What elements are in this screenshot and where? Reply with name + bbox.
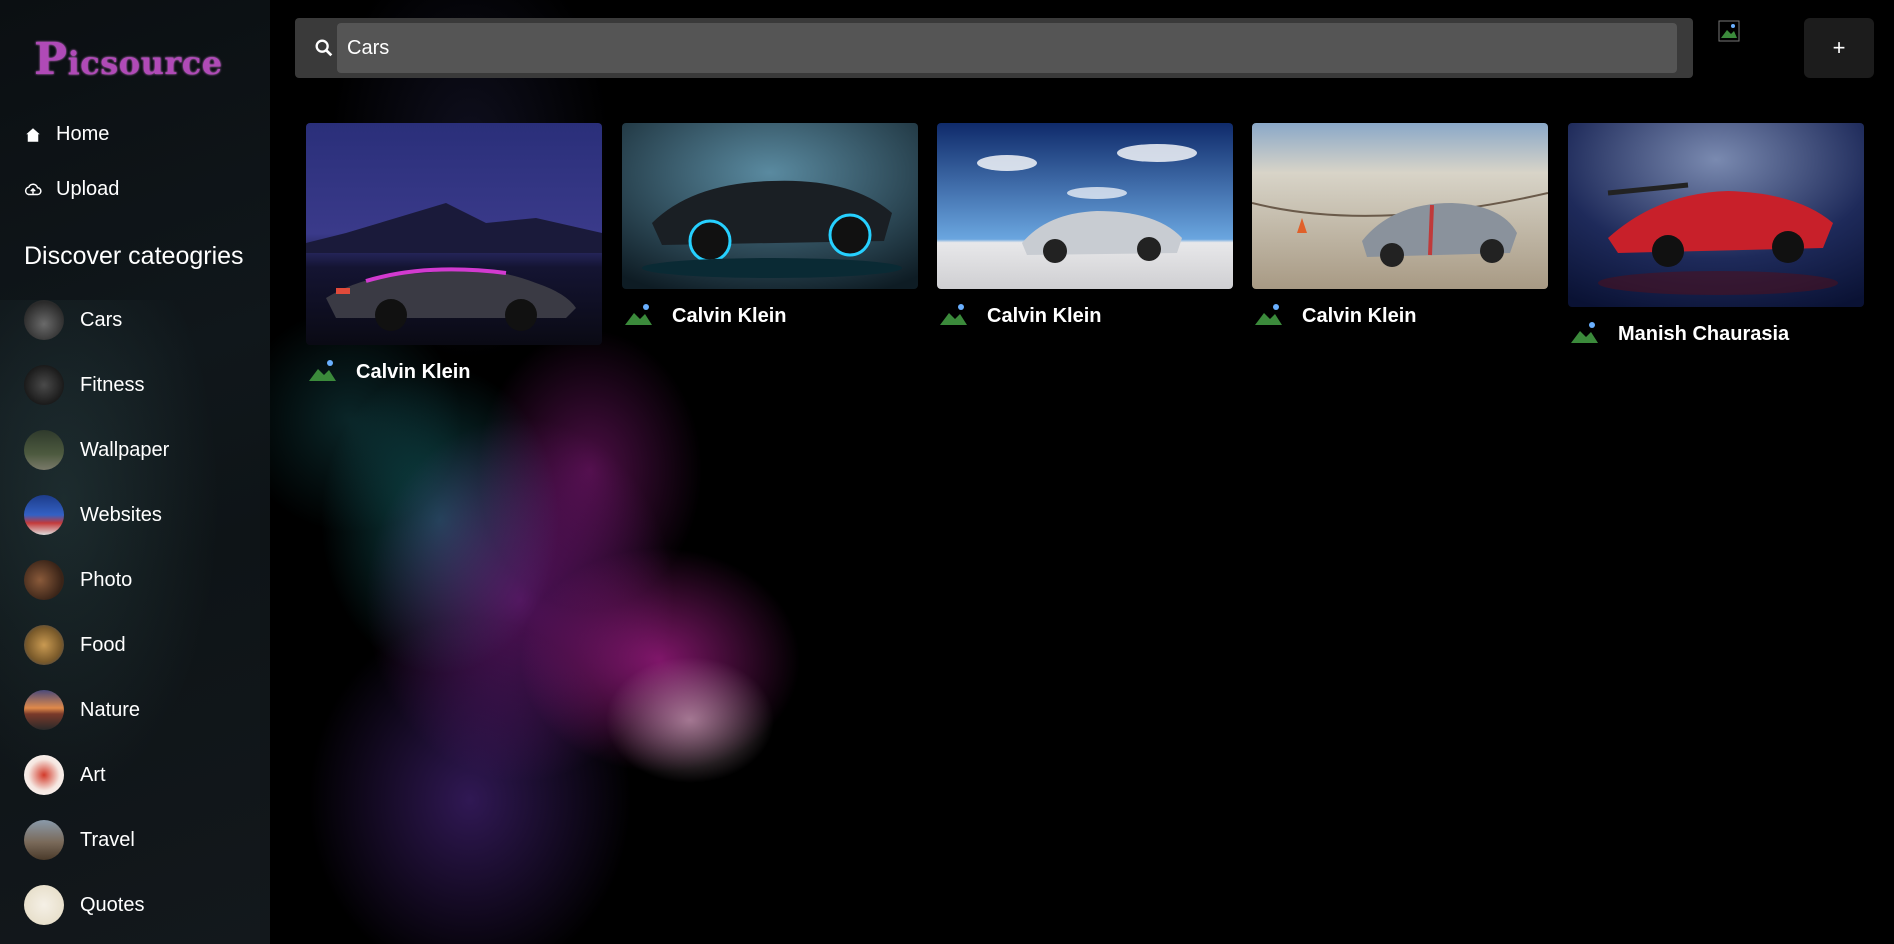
categories-title: Discover cateogries — [24, 242, 244, 270]
author-avatar-broken-image-icon — [1255, 304, 1282, 325]
category-wallpaper[interactable]: Wallpaper — [24, 430, 169, 470]
nav-home-label: Home — [56, 123, 110, 145]
category-label: Photo — [80, 568, 133, 591]
category-label: Fitness — [80, 373, 145, 396]
pin-author-name: Calvin Klein — [672, 304, 787, 327]
category-thumb — [24, 820, 64, 860]
category-thumb — [24, 755, 64, 795]
pin-image[interactable] — [622, 123, 918, 289]
category-label: Websites — [80, 503, 162, 526]
category-thumb — [24, 365, 64, 405]
category-label: Quotes — [80, 893, 145, 916]
logo[interactable]: Picsource — [34, 34, 223, 85]
author-avatar-broken-image-icon — [309, 360, 336, 381]
category-fitness[interactable]: Fitness — [24, 365, 144, 405]
category-food[interactable]: Food — [24, 625, 126, 665]
logo-text: Picsource — [34, 34, 223, 85]
pin-author[interactable]: Calvin Klein — [1252, 301, 1548, 331]
main-content: + Calvin Klein Calvin Klein — [270, 0, 1894, 944]
pin-image[interactable] — [937, 123, 1233, 289]
pin-author-name: Calvin Klein — [987, 304, 1102, 327]
category-thumb — [24, 885, 64, 925]
category-label: Wallpaper — [80, 438, 170, 461]
category-label: Nature — [80, 698, 141, 721]
user-avatar-broken-image-icon[interactable] — [1718, 20, 1740, 42]
category-photo[interactable]: Photo — [24, 560, 132, 600]
category-quotes[interactable]: Quotes — [24, 885, 144, 925]
pin-author[interactable]: Calvin Klein — [937, 301, 1233, 331]
pin-author-name: Calvin Klein — [1302, 304, 1417, 327]
category-label: Cars — [80, 308, 123, 331]
pin-card[interactable]: Calvin Klein — [622, 123, 918, 331]
search-input[interactable] — [337, 23, 1677, 73]
search-bar — [295, 18, 1693, 78]
pin-author-name: Manish Chaurasia — [1618, 322, 1790, 345]
pin-author-name: Calvin Klein — [356, 360, 471, 383]
pin-image[interactable] — [1568, 123, 1864, 307]
nav-home[interactable]: Home — [24, 123, 109, 146]
category-thumb — [24, 495, 64, 535]
pin-image[interactable] — [306, 123, 602, 345]
category-label: Travel — [80, 828, 135, 851]
logo-rest: icsource — [67, 43, 223, 82]
category-art[interactable]: Art — [24, 755, 106, 795]
category-label: Food — [80, 633, 126, 656]
category-thumb — [24, 560, 64, 600]
add-pin-button[interactable]: + — [1804, 18, 1874, 78]
category-thumb — [24, 300, 64, 340]
pin-author[interactable]: Manish Chaurasia — [1568, 319, 1864, 349]
author-avatar-broken-image-icon — [625, 304, 652, 325]
category-thumb — [24, 625, 64, 665]
author-avatar-broken-image-icon — [1571, 322, 1598, 343]
pin-author[interactable]: Calvin Klein — [306, 357, 602, 387]
category-label: Art — [80, 763, 106, 786]
upload-icon — [24, 182, 42, 195]
sidebar: Picsource Home Upload Discover cateogrie… — [0, 0, 270, 944]
category-cars[interactable]: Cars — [24, 300, 122, 340]
logo-cap: P — [34, 33, 68, 85]
category-nature[interactable]: Nature — [24, 690, 140, 730]
category-thumb — [24, 430, 64, 470]
pin-card[interactable]: Calvin Klein — [1252, 123, 1548, 331]
author-avatar-broken-image-icon — [940, 304, 967, 325]
pin-card[interactable]: Calvin Klein — [306, 123, 602, 387]
pin-image[interactable] — [1252, 123, 1548, 289]
search-icon — [315, 39, 333, 57]
home-icon — [26, 127, 40, 142]
pin-card[interactable]: Manish Chaurasia — [1568, 123, 1864, 349]
category-thumb — [24, 690, 64, 730]
pin-author[interactable]: Calvin Klein — [622, 301, 918, 331]
category-websites[interactable]: Websites — [24, 495, 162, 535]
nav-upload[interactable]: Upload — [24, 178, 119, 201]
category-travel[interactable]: Travel — [24, 820, 135, 860]
nav-upload-label: Upload — [56, 178, 120, 200]
pin-card[interactable]: Calvin Klein — [937, 123, 1233, 331]
